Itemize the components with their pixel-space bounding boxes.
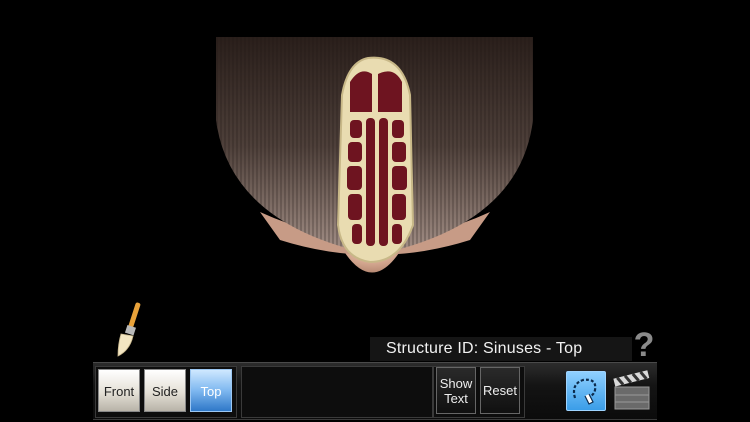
show-text-button[interactable]: Show Text: [436, 367, 476, 414]
reset-button[interactable]: Reset: [480, 367, 520, 414]
top-view-button[interactable]: Top: [190, 369, 232, 412]
bottom-toolbar: Front Side Top Show Text Reset: [93, 362, 657, 420]
lasso-draw-icon: [572, 378, 597, 405]
clapperboard-icon[interactable]: [611, 369, 653, 413]
front-view-button[interactable]: Front: [98, 369, 140, 412]
sinus-cross-section: [336, 56, 415, 264]
lasso-draw-button[interactable]: [566, 371, 606, 411]
structure-id-label: Structure ID: Sinuses - Top: [370, 337, 632, 361]
side-view-button[interactable]: Side: [144, 369, 186, 412]
question-mark-icon[interactable]: ?: [630, 328, 658, 362]
empty-toolbar-panel: [241, 366, 433, 418]
paintbrush-icon[interactable]: [108, 300, 148, 360]
